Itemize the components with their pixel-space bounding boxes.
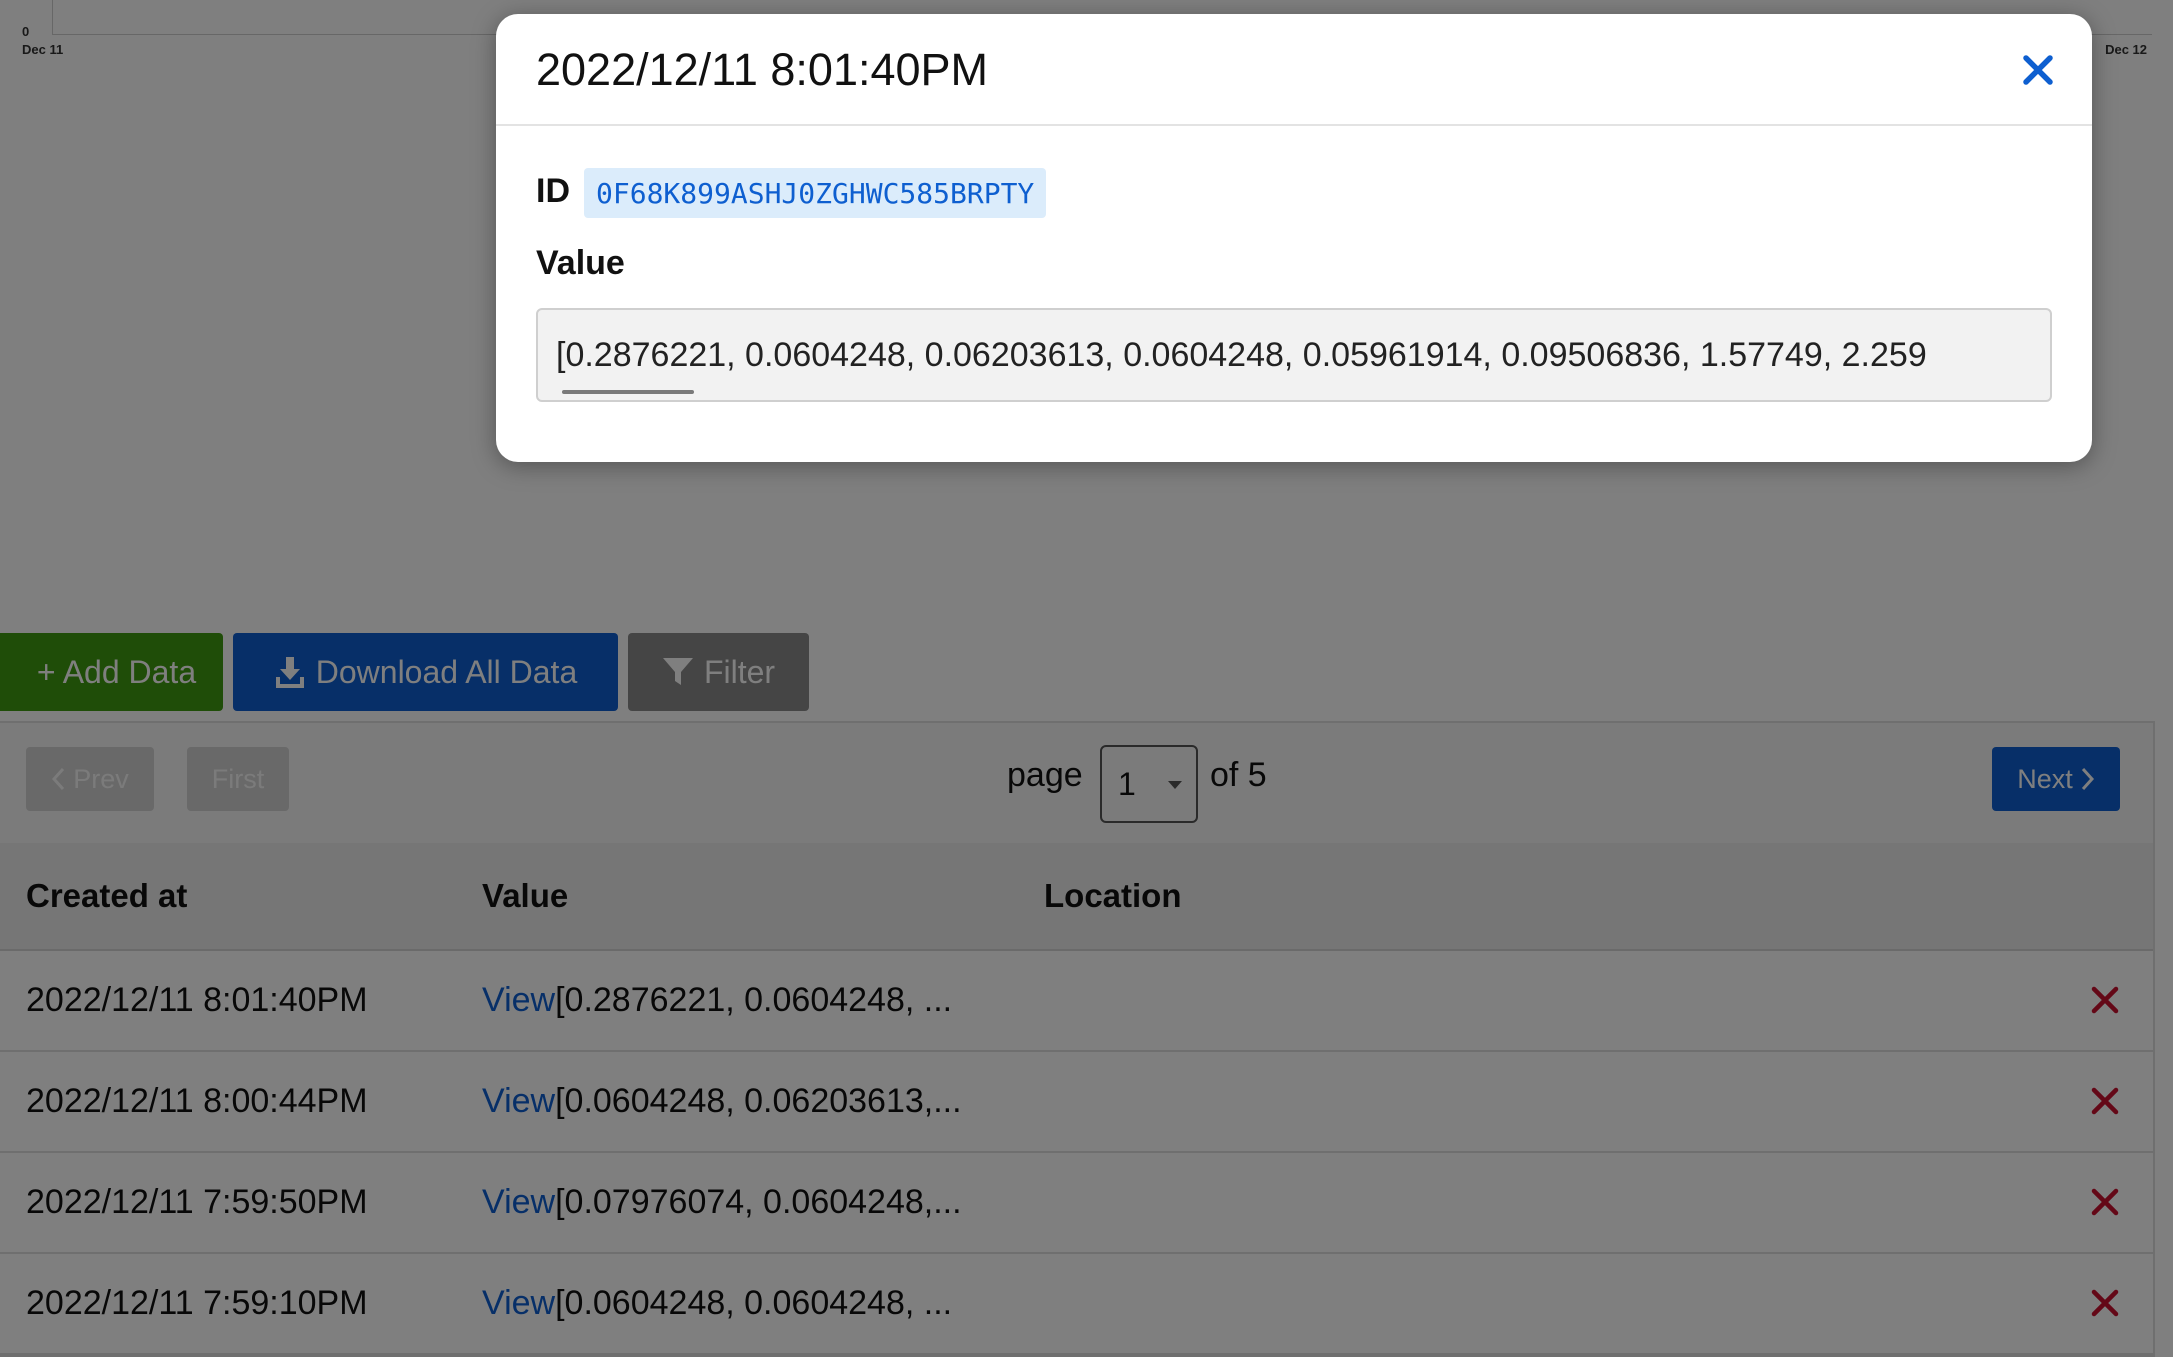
horizontal-scrollbar[interactable] xyxy=(562,390,694,394)
data-detail-modal: 2022/12/11 8:01:40PM ID 0F68K899ASHJ0ZGH… xyxy=(496,14,2092,462)
value-label: Value xyxy=(536,244,625,282)
modal-title: 2022/12/11 8:01:40PM xyxy=(536,44,989,95)
id-label: ID xyxy=(536,172,570,210)
value-text: [0.2876221, 0.0604248, 0.06203613, 0.060… xyxy=(556,336,1927,374)
value-field[interactable]: [0.2876221, 0.0604248, 0.06203613, 0.060… xyxy=(536,308,2052,402)
modal-header: 2022/12/11 8:01:40PM xyxy=(496,14,2092,126)
close-icon[interactable] xyxy=(2018,50,2058,90)
id-value: 0F68K899ASHJ0ZGHWC585BRPTY xyxy=(584,168,1047,218)
